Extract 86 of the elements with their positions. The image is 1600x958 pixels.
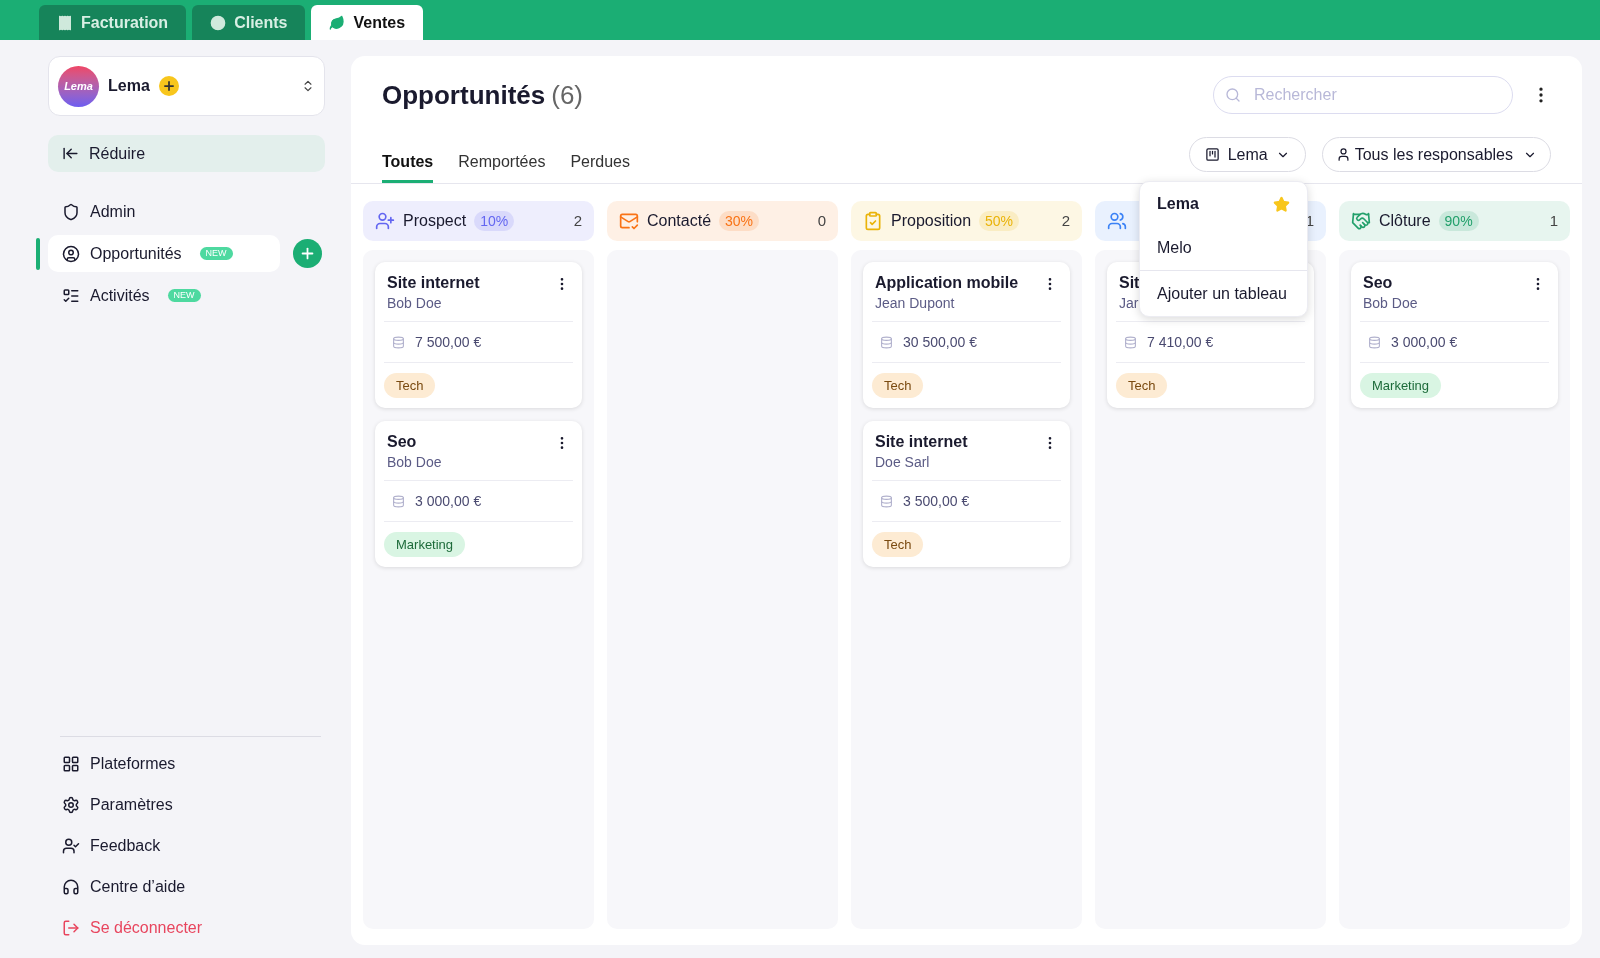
tag: Tech bbox=[872, 373, 924, 398]
app-tab[interactable]: Ventes bbox=[311, 5, 424, 40]
card-client: Bob Doe bbox=[387, 294, 442, 313]
filter-tab[interactable]: Toutes bbox=[382, 150, 434, 183]
nav-item[interactable]: Feedback bbox=[62, 833, 325, 858]
coins-icon bbox=[392, 494, 405, 508]
column-header: Prospect 10% 2 bbox=[363, 201, 594, 241]
tag: Tech bbox=[872, 532, 924, 557]
add-button[interactable] bbox=[293, 239, 322, 268]
percent-badge: 10% bbox=[474, 211, 515, 231]
card-client: Jar bbox=[1119, 294, 1139, 313]
workspace-name: Lema bbox=[108, 76, 150, 96]
card-title: Site internet bbox=[387, 273, 480, 293]
column-header: Proposition 50% 2 bbox=[851, 201, 1082, 241]
tag: Marketing bbox=[1360, 373, 1442, 398]
nav-item[interactable]: Opportunités NEW bbox=[48, 235, 280, 272]
card-client: Jean Dupont bbox=[875, 294, 955, 313]
app-tab[interactable]: Clients bbox=[192, 5, 306, 40]
search-icon bbox=[1225, 87, 1241, 103]
star-icon bbox=[1273, 195, 1290, 213]
card-amount: 3 500,00 € bbox=[903, 491, 970, 511]
new-badge: NEW bbox=[167, 289, 201, 302]
nav-item[interactable]: Admin bbox=[48, 193, 280, 230]
plus-badge-icon bbox=[158, 76, 179, 96]
page-title: Opportunités bbox=[382, 78, 546, 112]
filter-tab[interactable]: Remportées bbox=[458, 150, 546, 183]
shield-icon bbox=[62, 202, 80, 221]
coins-icon bbox=[1124, 335, 1137, 349]
circle-icon bbox=[210, 14, 227, 31]
nav-item[interactable]: Centre d’aide bbox=[62, 874, 325, 899]
opportunity-card[interactable]: Site internet Doe Sarl 3 500,00 € Tech bbox=[863, 421, 1070, 567]
card-amount: 30 500,00 € bbox=[903, 332, 977, 352]
opportunity-card[interactable]: Seo Bob Doe 3 000,00 € Marketing bbox=[1351, 262, 1558, 408]
new-badge: NEW bbox=[199, 247, 233, 260]
user-icon bbox=[1335, 147, 1351, 162]
board-icon bbox=[1204, 147, 1220, 162]
menu-item[interactable]: Ajouter un tableau bbox=[1140, 270, 1307, 316]
opportunity-card[interactable]: Site internet Bob Doe 7 500,00 € Tech bbox=[375, 262, 582, 408]
column-header: Clôture 90% 1 bbox=[1339, 201, 1570, 241]
app-tab[interactable]: Facturation bbox=[39, 5, 187, 40]
page-count: (6) bbox=[551, 78, 583, 112]
collapse-button[interactable]: Réduire bbox=[48, 135, 325, 172]
workspace-avatar: Lema bbox=[58, 65, 99, 107]
leaf-icon bbox=[329, 14, 346, 31]
nav-item[interactable]: Plateformes bbox=[62, 751, 325, 776]
user-circle-icon bbox=[62, 244, 80, 263]
card-title: Sit bbox=[1119, 273, 1140, 293]
card-title: Application mobile bbox=[875, 273, 1019, 293]
tag: Tech bbox=[1116, 373, 1168, 398]
coins-icon bbox=[880, 335, 893, 349]
opportunity-card[interactable]: Application mobile Jean Dupont 30 500,00 € Tech bbox=[863, 262, 1070, 408]
headset-icon bbox=[62, 877, 80, 896]
nav-item[interactable]: Paramètres bbox=[62, 792, 325, 817]
opportunity-card[interactable]: Seo Bob Doe 3 000,00 € Marketing bbox=[375, 421, 582, 567]
filter-tab[interactable]: Perdues bbox=[570, 150, 630, 183]
menu-item[interactable]: Lema bbox=[1140, 182, 1307, 226]
settings-icon bbox=[62, 795, 80, 814]
card-title: Site internet bbox=[875, 432, 968, 452]
card-amount: 7 500,00 € bbox=[415, 332, 482, 352]
card-client: Bob Doe bbox=[1363, 294, 1418, 313]
tag: Marketing bbox=[384, 532, 466, 557]
card-title: Seo bbox=[1363, 273, 1393, 293]
coins-icon bbox=[392, 335, 405, 349]
column-header: Contacté 30% 0 bbox=[607, 201, 838, 241]
nav-item[interactable]: Activités NEW bbox=[48, 277, 280, 314]
card-client: Bob Doe bbox=[387, 453, 442, 472]
card-amount: 3 000,00 € bbox=[1391, 332, 1458, 352]
receipt-icon bbox=[57, 14, 73, 31]
card-client: Doe Sarl bbox=[875, 453, 930, 472]
collapse-icon bbox=[62, 145, 79, 162]
nav-item[interactable]: Se déconnecter bbox=[62, 915, 325, 940]
coins-icon bbox=[1368, 335, 1381, 349]
checklist-icon bbox=[62, 286, 80, 305]
percent-badge: 30% bbox=[719, 211, 760, 231]
percent-badge: 50% bbox=[979, 211, 1020, 231]
grid-icon bbox=[62, 754, 80, 773]
percent-badge: 90% bbox=[1438, 211, 1479, 231]
card-amount: 3 000,00 € bbox=[415, 491, 482, 511]
card-title: Seo bbox=[387, 432, 417, 452]
user-check-icon bbox=[62, 836, 80, 855]
coins-icon bbox=[880, 494, 893, 508]
card-amount: 7 410,00 € bbox=[1147, 332, 1214, 352]
tag: Tech bbox=[384, 373, 436, 398]
logout-icon bbox=[62, 918, 80, 937]
workspace-switcher[interactable]: Lema Lema bbox=[48, 56, 325, 116]
search-field[interactable]: Rechercher bbox=[1213, 76, 1513, 114]
